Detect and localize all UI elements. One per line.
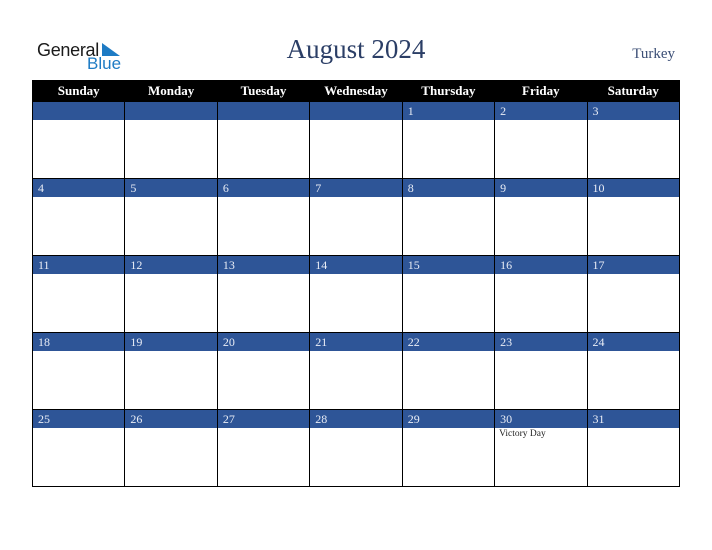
day-cell[interactable] [124,101,218,179]
day-number: 3 [587,102,679,120]
week-row: 11 12 13 14 15 16 17 [31,255,681,333]
day-cell[interactable]: 15 [401,255,496,333]
day-number: 10 [587,179,679,197]
day-number [125,102,217,120]
day-number: 15 [402,256,495,274]
day-number: 27 [217,410,310,428]
day-cell[interactable] [309,101,403,179]
weekday-header: Friday [494,80,588,102]
day-number: 2 [495,102,587,120]
day-cell[interactable]: 13 [216,255,311,333]
day-cell[interactable]: 12 [124,255,218,333]
day-number: 13 [217,256,310,274]
weekday-header: Sunday [31,80,126,102]
week-row: 123 [31,101,681,179]
day-number: 18 [33,333,125,351]
day-number: 31 [587,410,679,428]
day-cell[interactable]: 6 [216,178,311,256]
day-number: 22 [402,333,495,351]
holiday-label: Victory Day [499,429,546,439]
day-cell[interactable]: 9 [494,178,588,256]
weekday-header: Saturday [586,80,681,102]
day-number: 28 [310,410,402,428]
day-cell[interactable]: 7 [309,178,403,256]
day-number: 20 [217,333,310,351]
weekday-header: Tuesday [216,80,311,102]
day-cell[interactable]: 11 [31,255,126,333]
week-row: 18 19 20 21 22 23 24 [31,332,681,410]
day-number: 30 [495,410,587,428]
day-number: 11 [33,256,125,274]
week-row: 4 5 6 7 8 9 10 [31,178,681,256]
day-cell[interactable]: 29 [401,409,496,487]
day-number: 23 [495,333,587,351]
day-number: 14 [310,256,402,274]
calendar-grid: Sunday Monday Tuesday Wednesday Thursday… [31,80,681,487]
day-number: 4 [33,179,125,197]
day-cell[interactable]: 25 [31,409,126,487]
day-cell[interactable]: 14 [309,255,403,333]
weekday-header-row: Sunday Monday Tuesday Wednesday Thursday… [31,80,681,102]
day-number: 5 [125,179,217,197]
day-number: 12 [125,256,217,274]
day-cell[interactable]: 3 [586,101,681,179]
day-cell[interactable]: 19 [124,332,218,410]
day-cell[interactable] [31,101,126,179]
day-cell[interactable]: 31 [586,409,681,487]
day-cell[interactable]: 16 [494,255,588,333]
day-cell[interactable]: 22 [401,332,496,410]
day-cell[interactable]: 2 [494,101,588,179]
day-cell[interactable]: 26 [124,409,218,487]
day-number: 8 [402,179,495,197]
day-cell[interactable]: 1 [401,101,496,179]
day-number [310,102,402,120]
day-number: 7 [310,179,402,197]
day-number [217,102,310,120]
day-cell[interactable]: 21 [309,332,403,410]
day-number: 24 [587,333,679,351]
day-number: 29 [402,410,495,428]
day-cell[interactable]: 5 [124,178,218,256]
day-number: 26 [125,410,217,428]
day-cell[interactable]: 18 [31,332,126,410]
day-number: 25 [33,410,125,428]
day-cell[interactable]: 24 [586,332,681,410]
day-cell[interactable]: 23 [494,332,588,410]
day-number: 16 [495,256,587,274]
weekday-header: Monday [124,80,218,102]
day-cell[interactable]: 10 [586,178,681,256]
day-cell[interactable]: 8 [401,178,496,256]
country-label: Turkey [632,46,675,62]
weekday-header: Thursday [401,80,496,102]
day-number: 17 [587,256,679,274]
week-row: 25 26 27 28 29 30 Victory Day 31 [31,409,681,487]
day-cell[interactable]: 30 Victory Day [494,409,588,487]
day-number: 1 [402,102,495,120]
calendar-title: August 2024 [286,34,426,64]
day-cell[interactable]: 20 [216,332,311,410]
day-cell[interactable]: 4 [31,178,126,256]
day-cell[interactable]: 27 [216,409,311,487]
day-cell[interactable]: 28 [309,409,403,487]
weekday-header: Wednesday [309,80,403,102]
day-cell[interactable] [216,101,311,179]
day-cell[interactable]: 17 [586,255,681,333]
day-number [33,102,125,120]
day-number: 19 [125,333,217,351]
day-number: 21 [310,333,402,351]
day-number: 9 [495,179,587,197]
day-number: 6 [217,179,310,197]
